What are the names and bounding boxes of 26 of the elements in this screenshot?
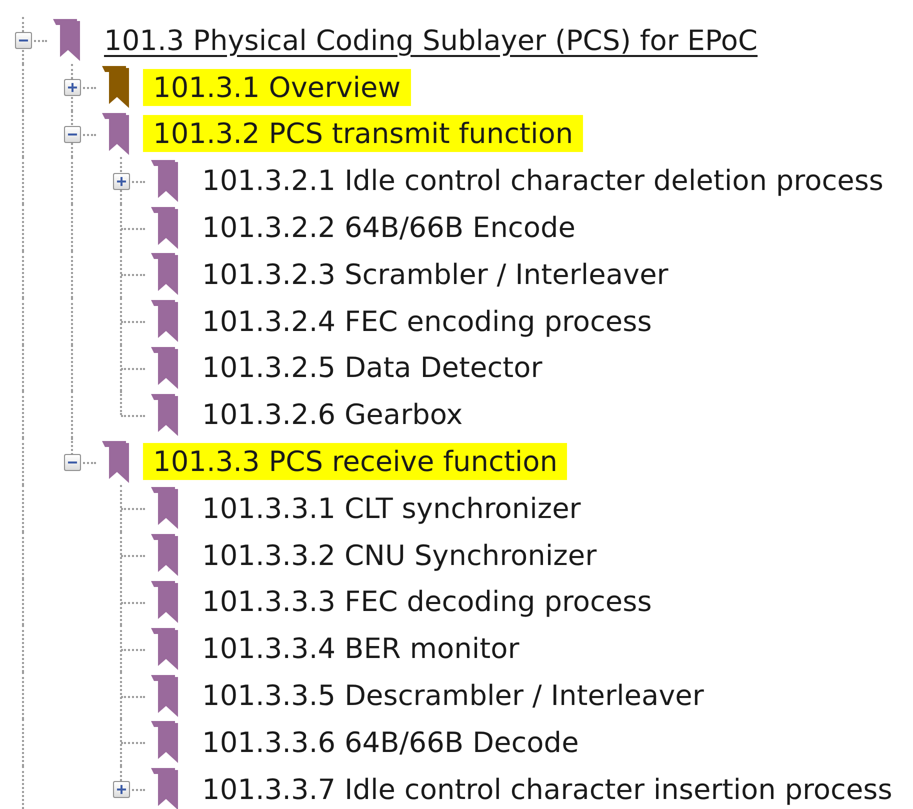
bookmark-item[interactable]: 101.3.3.4 BER monitor — [202, 630, 520, 668]
bookmark-item[interactable]: 101.3.1 Overview — [143, 68, 411, 106]
expand-button[interactable] — [64, 79, 81, 96]
collapse-button[interactable] — [15, 32, 32, 50]
bookmark-item[interactable]: 101.3.3 PCS receive function — [143, 443, 568, 480]
bookmark-item[interactable]: 101.3.2.5 Data Detector — [202, 349, 542, 386]
bookmark-item[interactable]: 101.3.2.1 Idle control character deletion process — [202, 162, 884, 200]
collapse-button[interactable] — [64, 454, 81, 471]
bookmark-item[interactable]: 101.3.2.2 64B/66B Encode — [202, 209, 576, 246]
bookmark-item[interactable]: 101.3.3.2 CNU Synchronizer — [202, 536, 597, 574]
collapse-button[interactable] — [64, 126, 81, 143]
bookmark-item[interactable]: 101.3.2.3 Scrambler / Interleaver — [202, 256, 668, 293]
expand-button[interactable] — [113, 172, 130, 190]
plus-icon — [116, 784, 127, 796]
bookmark-item[interactable]: 101.3.3.7 Idle control character insertion process — [202, 770, 892, 808]
bookmark-item[interactable]: 101.3.2.6 Gearbox — [202, 396, 463, 434]
bookmark-item[interactable]: 101.3.3.1 CLT synchronizer — [202, 490, 581, 527]
bookmark-item[interactable]: 101.3 Physical Coding Sublayer (PCS) for EPoC — [104, 22, 758, 59]
bookmark-item[interactable]: 101.3.3.3 FEC decoding process — [202, 583, 652, 620]
bookmark-item[interactable]: 101.3.3.6 64B/66B Decode — [202, 724, 579, 761]
plus-icon — [67, 82, 78, 94]
expand-button[interactable] — [113, 781, 130, 798]
bookmark-item[interactable]: 101.3.3.5 Descrambler / Interleaver — [202, 677, 704, 714]
bookmark-item[interactable]: 101.3.2 PCS transmit function — [143, 115, 584, 152]
plus-icon — [116, 176, 127, 187]
bookmark-item[interactable]: 101.3.2.4 FEC encoding process — [202, 302, 652, 340]
